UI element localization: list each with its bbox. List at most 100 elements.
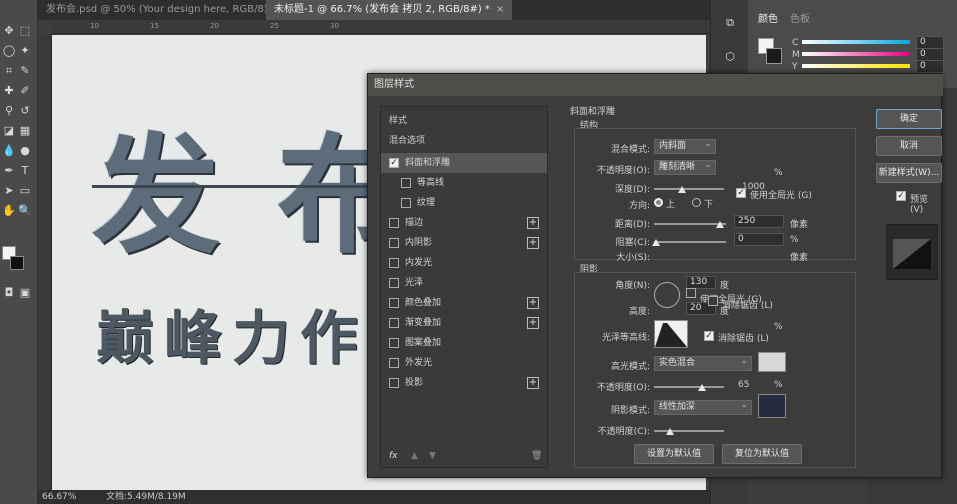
tab-color[interactable]: 颜色	[758, 10, 778, 25]
style-select[interactable]: 内斜面	[654, 138, 716, 154]
gloss-contour-picker[interactable]	[654, 320, 688, 348]
magic-wand-icon[interactable]: ✦	[18, 44, 32, 58]
history-brush-icon[interactable]: ↺	[18, 104, 32, 118]
magenta-slider[interactable]	[802, 52, 910, 56]
style-checkbox[interactable]	[401, 198, 411, 208]
add-style-icon[interactable]: +	[527, 297, 539, 309]
direction-up-radio[interactable]	[654, 198, 663, 207]
style-item[interactable]: 纹理	[381, 193, 547, 213]
antialias-checkbox-2[interactable]: ✓	[704, 331, 714, 341]
angle-dial[interactable]	[654, 282, 680, 308]
new-style-button[interactable]: 新建样式(W)...	[876, 163, 942, 183]
brush-tool-icon[interactable]: ✐	[18, 84, 32, 98]
zoom-level[interactable]: 66.67%	[42, 490, 76, 504]
style-checkbox[interactable]	[389, 378, 399, 388]
fx-icon[interactable]: fx	[389, 451, 398, 461]
global-light-checkbox[interactable]: ✓	[736, 188, 746, 198]
style-item[interactable]: 外发光	[381, 353, 547, 373]
style-item[interactable]: 光泽	[381, 273, 547, 293]
rectangle-tool-icon[interactable]: ▭	[18, 184, 32, 198]
history-panel-icon[interactable]: ⧉	[723, 16, 737, 30]
antialias-checkbox[interactable]	[708, 296, 718, 306]
close-icon[interactable]: ×	[496, 4, 504, 15]
style-checkbox[interactable]	[389, 258, 399, 268]
add-style-icon[interactable]: +	[527, 317, 539, 329]
style-checkbox[interactable]	[389, 298, 399, 308]
hand-tool-icon[interactable]: ✋	[2, 204, 16, 218]
dialog-title[interactable]: 图层样式	[368, 74, 943, 96]
clone-stamp-icon[interactable]: ⚲	[2, 104, 16, 118]
lasso-tool-icon[interactable]: ◯	[2, 44, 16, 58]
style-checkbox[interactable]	[389, 278, 399, 288]
blend-options[interactable]: 混合选项	[389, 133, 425, 146]
screen-mode-icon[interactable]: ▣	[18, 286, 32, 300]
style-item[interactable]: 渐变叠加 +	[381, 313, 547, 333]
tab-swatches[interactable]: 色板	[790, 10, 810, 25]
style-checkbox[interactable]	[401, 178, 411, 188]
cancel-button[interactable]: 取消	[876, 136, 942, 156]
eyedropper-icon[interactable]: ✎	[18, 64, 32, 78]
doc-tab-2[interactable]: 未标题-1 @ 66.7% (发布会 拷贝 2, RGB/8#) * ×	[266, 0, 513, 20]
highlight-opacity-slider[interactable]	[654, 386, 724, 388]
size-value[interactable]: 250	[734, 215, 784, 228]
doc-tab-1[interactable]: 发布会.psd @ 50% (Your design here, RGB/8) …	[38, 0, 298, 20]
reset-default-button[interactable]: 复位为默认值	[722, 444, 802, 464]
add-style-icon[interactable]: +	[527, 377, 539, 389]
marquee-tool-icon[interactable]: ⬚	[18, 24, 32, 38]
background-color-swatch[interactable]	[766, 48, 782, 64]
highlight-mode-select[interactable]: 实色混合	[654, 355, 752, 371]
zoom-tool-icon[interactable]: 🔍	[18, 204, 32, 218]
soften-slider-thumb[interactable]	[652, 239, 660, 246]
technique-select[interactable]: 雕刻清晰	[654, 159, 716, 175]
style-item[interactable]: 投影 +	[381, 373, 547, 393]
style-checkbox[interactable]	[389, 338, 399, 348]
soften-slider[interactable]	[654, 241, 726, 243]
cyan-slider[interactable]	[802, 40, 910, 44]
pen-tool-icon[interactable]: ✒	[2, 164, 16, 178]
blur-tool-icon[interactable]: 💧	[2, 144, 16, 158]
move-down-icon[interactable]: ▼	[429, 451, 436, 461]
highlight-opacity-value[interactable]: 65	[738, 380, 749, 390]
yellow-slider[interactable]	[802, 64, 910, 68]
style-item[interactable]: 描边 +	[381, 213, 547, 233]
shadow-opacity-slider[interactable]	[654, 430, 724, 432]
move-tool-icon[interactable]: ✥	[2, 24, 16, 38]
healing-brush-icon[interactable]: ✚	[2, 84, 16, 98]
shadow-mode-select[interactable]: 线性加深	[654, 399, 752, 415]
add-style-icon[interactable]: +	[527, 217, 539, 229]
depth-slider-thumb[interactable]	[678, 186, 686, 193]
style-checkbox[interactable]	[389, 218, 399, 228]
style-checkbox[interactable]	[389, 238, 399, 248]
add-style-icon[interactable]: +	[527, 237, 539, 249]
ok-button[interactable]: 确定	[876, 109, 942, 129]
style-item[interactable]: ✓ 斜面和浮雕	[381, 153, 547, 173]
global-light-checkbox-2[interactable]	[686, 288, 696, 298]
preview-checkbox[interactable]: ✓	[896, 191, 906, 201]
size-slider-thumb[interactable]	[716, 221, 724, 228]
style-item[interactable]: 内发光	[381, 253, 547, 273]
style-item[interactable]: 颜色叠加 +	[381, 293, 547, 313]
shadow-color-swatch[interactable]	[758, 394, 786, 418]
quick-mask-icon[interactable]: ◘	[2, 286, 16, 300]
direction-down-radio[interactable]	[692, 198, 701, 207]
move-up-icon[interactable]: ▲	[411, 451, 418, 461]
path-selection-icon[interactable]: ➤	[2, 184, 16, 198]
dodge-tool-icon[interactable]: ●	[18, 144, 32, 158]
style-checkbox[interactable]	[389, 358, 399, 368]
style-checkbox[interactable]: ✓	[389, 158, 399, 168]
set-default-button[interactable]: 设置为默认值	[634, 444, 714, 464]
highlight-color-swatch[interactable]	[758, 352, 786, 372]
background-color-swatch[interactable]	[10, 256, 24, 270]
crop-tool-icon[interactable]: ⌗	[2, 64, 16, 78]
style-item[interactable]: 内阴影 +	[381, 233, 547, 253]
trash-icon[interactable]: 🗑	[531, 451, 542, 461]
style-checkbox[interactable]	[389, 318, 399, 328]
type-tool-icon[interactable]: T	[18, 164, 32, 178]
depth-slider[interactable]	[654, 188, 724, 190]
highlight-opacity-thumb[interactable]	[698, 384, 706, 391]
style-item[interactable]: 图案叠加	[381, 333, 547, 353]
style-item[interactable]: 等高线	[381, 173, 547, 193]
3d-panel-icon[interactable]: ⬡	[723, 50, 737, 64]
shadow-opacity-thumb[interactable]	[666, 428, 674, 435]
eraser-icon[interactable]: ◪	[2, 124, 16, 138]
